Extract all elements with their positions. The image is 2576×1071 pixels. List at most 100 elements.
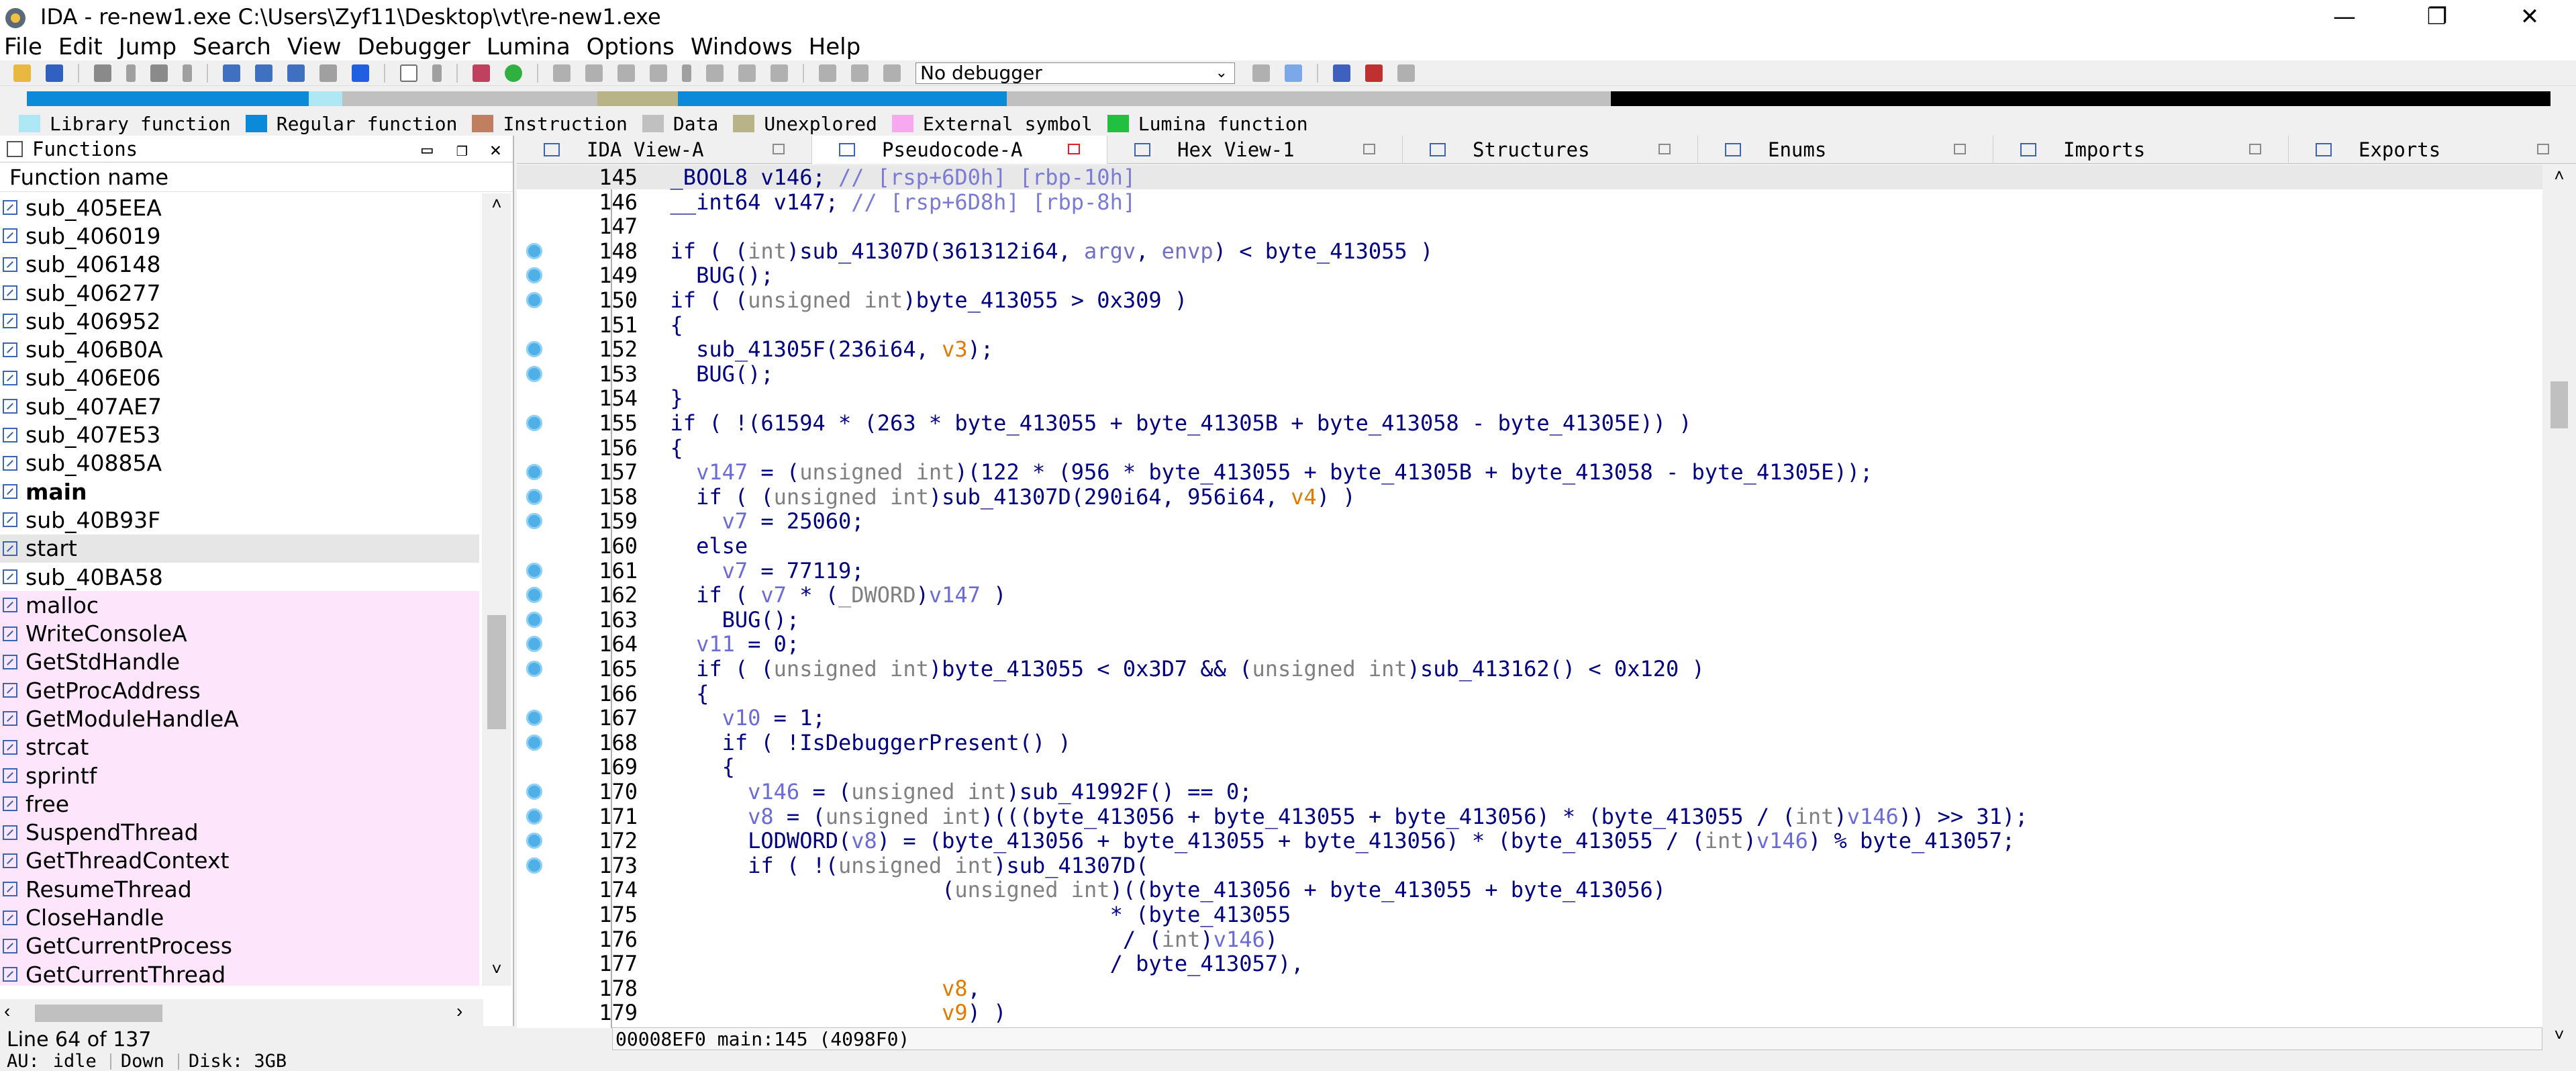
scroll-thumb[interactable] [2550, 381, 2568, 428]
code-line[interactable]: 162 if ( v7 * (_DWORD)v147 ) [517, 582, 2542, 608]
function-list-item[interactable]: malloc [0, 591, 479, 620]
code-line[interactable]: 173 if ( !(unsigned int)sub_41307D( [517, 853, 2542, 878]
binary-search-icon[interactable] [319, 64, 337, 82]
code-line[interactable]: 147 [517, 214, 2542, 239]
code-line[interactable]: 154 } [517, 385, 2542, 411]
tab-pseudocode-a[interactable]: Pseudocode-A [812, 136, 1107, 164]
code-line[interactable]: 167 v10 = 1; [517, 705, 2542, 731]
menu-options[interactable]: Options [587, 34, 675, 60]
navigation-band[interactable] [0, 87, 2576, 114]
breakpoint-dot-icon[interactable] [526, 587, 542, 604]
menu-file[interactable]: File [4, 34, 42, 60]
plugin-dropdown-icon[interactable] [682, 64, 691, 82]
code-line[interactable]: 174 (unsigned int)((byte_413056 + byte_4… [517, 877, 2542, 902]
plugin-icon-2[interactable] [585, 64, 603, 82]
function-name-column-header[interactable]: Function name [0, 162, 513, 192]
function-list-item[interactable]: sub_407E53 [0, 420, 479, 449]
code-line[interactable]: 179 v9) ) [517, 1000, 2542, 1025]
code-line[interactable]: 168 if ( !IsDebuggerPresent() ) [517, 730, 2542, 755]
breakpoint-icon-1[interactable] [1333, 64, 1350, 82]
code-line[interactable]: 164 v11 = 0; [517, 631, 2542, 657]
function-list-item[interactable]: GetThreadContext [0, 846, 479, 876]
function-list-item[interactable]: WriteConsoleA [0, 619, 479, 648]
scroll-down-icon[interactable]: ˅ [2544, 1025, 2575, 1050]
code-line[interactable]: 176 / (int)v146) [517, 927, 2542, 952]
function-list-item[interactable]: sub_407AE7 [0, 392, 479, 420]
forward-icon[interactable] [150, 64, 168, 82]
breakpoint-dot-icon[interactable] [526, 833, 542, 849]
function-list-item[interactable]: GetCurrentThread [0, 960, 479, 986]
function-list-item[interactable]: main [0, 477, 479, 506]
code-line[interactable]: 150 if ( (unsigned int)byte_413055 > 0x3… [517, 287, 2542, 313]
function-list-item[interactable]: sub_406019 [0, 222, 479, 250]
code-line[interactable]: 178 v8, [517, 976, 2542, 1001]
breakpoint-dot-icon[interactable] [526, 636, 542, 653]
breakpoint-dot-icon[interactable] [526, 513, 542, 530]
function-list-item[interactable]: sub_405EEA [0, 193, 479, 222]
function-list-item[interactable]: strcat [0, 733, 479, 761]
plugin-icon-3[interactable] [617, 64, 635, 82]
restore-panel-icon[interactable]: ❐ [456, 138, 468, 160]
breakpoint-dot-icon[interactable] [526, 341, 542, 358]
debug-option-icon-2[interactable] [1285, 64, 1302, 82]
function-list-item[interactable]: ResumeThread [0, 875, 479, 904]
code-line[interactable]: 172 LODWORD(v8) = (byte_413056 + byte_41… [517, 828, 2542, 853]
search-text-icon[interactable] [255, 64, 273, 82]
code-line[interactable]: 153 BUG(); [517, 361, 2542, 387]
function-list-vscrollbar[interactable]: ˄ ˅ [482, 193, 511, 986]
function-list-item[interactable]: GetProcAddress [0, 676, 479, 705]
pseudocode-vscrollbar[interactable]: ˄ ˅ [2544, 165, 2575, 1050]
search-sequence-icon[interactable] [223, 64, 240, 82]
menu-search[interactable]: Search [193, 34, 271, 60]
code-line[interactable]: 151 { [517, 312, 2542, 338]
breakpoint-dot-icon[interactable] [526, 710, 542, 727]
function-list-hscrollbar[interactable]: ‹ › [0, 999, 483, 1026]
breakpoint-dot-icon[interactable] [526, 267, 542, 284]
code-line[interactable]: 152 sub_41305F(236i64, v3); [517, 336, 2542, 362]
tab-close-icon[interactable] [1658, 144, 1671, 154]
code-line[interactable]: 157 v147 = (unsigned int)(122 * (956 * b… [517, 459, 2542, 485]
type-dropdown-icon[interactable] [432, 64, 442, 82]
breakpoint-dot-icon[interactable] [526, 661, 542, 677]
tab-exports[interactable]: Exports [2289, 136, 2576, 164]
code-line[interactable]: 159 v7 = 25060; [517, 508, 2542, 534]
function-list-item[interactable]: SuspendThread [0, 818, 479, 847]
breakpoint-dot-icon[interactable] [526, 808, 542, 825]
minimize-button[interactable]: — [2298, 0, 2391, 34]
function-list-item[interactable]: free [0, 790, 479, 819]
code-line[interactable]: 156 { [517, 435, 2542, 461]
code-line[interactable]: 148 if ( (int)sub_41307D(361312i64, argv… [517, 238, 2542, 264]
code-line[interactable]: 146 __int64 v147; // [rsp+6D8h] [rbp-8h] [517, 189, 2542, 215]
open-icon[interactable] [13, 64, 31, 82]
save-icon[interactable] [46, 64, 63, 82]
function-list-item[interactable]: sub_406277 [0, 279, 479, 307]
breakpoint-dot-icon[interactable] [526, 292, 542, 308]
code-line[interactable]: 171 v8 = (unsigned int)(((byte_413056 + … [517, 804, 2542, 829]
plugin-icon-1[interactable] [553, 64, 571, 82]
run-icon[interactable] [819, 64, 836, 82]
tab-imports[interactable]: Imports [1993, 136, 2289, 164]
function-list-item[interactable]: CloseHandle [0, 903, 479, 932]
breakpoint-dot-icon[interactable] [526, 857, 542, 874]
breakpoint-icon-3[interactable] [1397, 64, 1415, 82]
plugin-icon-4[interactable] [650, 64, 667, 82]
function-list-item[interactable]: sub_406E06 [0, 364, 479, 392]
tab-close-icon[interactable] [1068, 144, 1080, 154]
forward-dropdown-icon[interactable] [183, 64, 192, 82]
function-list-item[interactable]: sub_40BA58 [0, 563, 479, 591]
function-list-item[interactable]: GetModuleHandleA [0, 704, 479, 733]
breakpoint-dot-icon[interactable] [526, 562, 542, 579]
breakpoint-dot-icon[interactable] [526, 415, 542, 431]
close-panel-icon[interactable]: ✕ [490, 138, 501, 160]
code-line[interactable]: 170 v146 = (unsigned int)sub_41992F() ==… [517, 779, 2542, 804]
scroll-down-icon[interactable]: ˅ [482, 959, 511, 986]
plugin-icon-6[interactable] [738, 64, 756, 82]
function-list-item[interactable]: sub_406952 [0, 307, 479, 335]
code-line[interactable]: 149 BUG(); [517, 263, 2542, 288]
breakpoint-dot-icon[interactable] [526, 365, 542, 382]
float-panel-icon[interactable]: ▭ [422, 138, 433, 160]
function-list-item[interactable]: sub_406148 [0, 250, 479, 279]
code-line[interactable]: 155 if ( !(61594 * (263 * byte_413055 + … [517, 410, 2542, 436]
scroll-right-icon[interactable]: › [456, 1000, 462, 1022]
function-list-item[interactable]: sub_40B93F [0, 506, 479, 534]
